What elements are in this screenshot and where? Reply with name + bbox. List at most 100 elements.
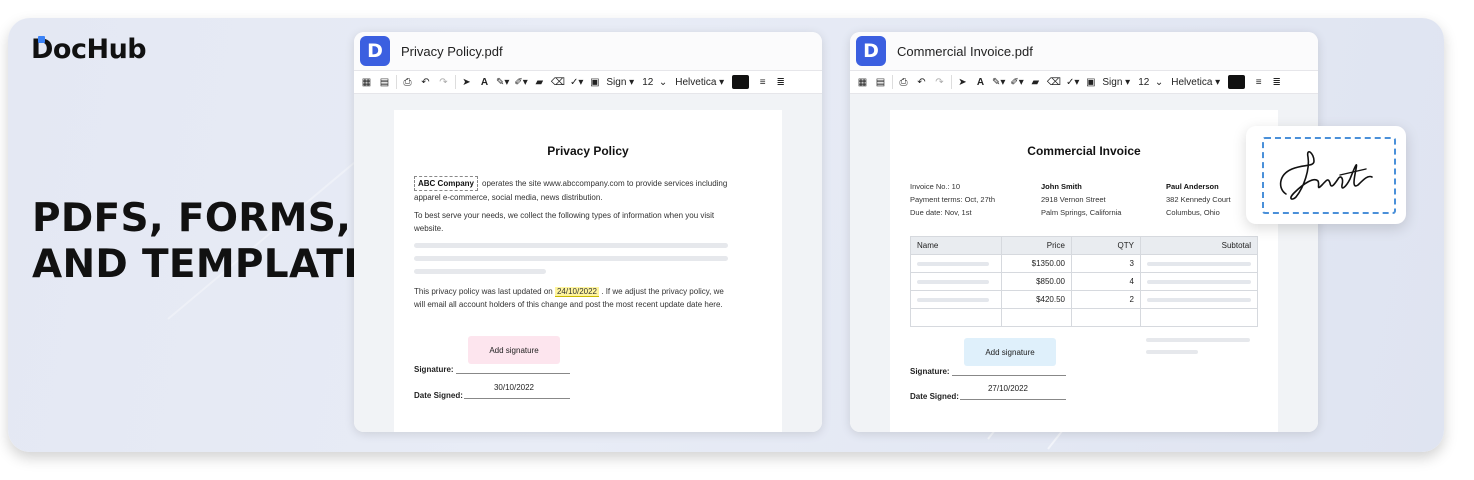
cell-empty[interactable]	[1140, 308, 1258, 327]
headline: PDFS, FORMS, AND TEMPLATES	[32, 196, 399, 288]
eraser-icon[interactable]: ⌫	[1047, 74, 1061, 90]
column-header-subtotal: Subtotal	[1140, 236, 1258, 255]
pages-icon[interactable]: ▤	[874, 74, 887, 90]
image-icon[interactable]: ▣	[588, 74, 601, 90]
undo-icon[interactable]: ↶	[419, 74, 432, 90]
cell-qty[interactable]: 4	[1071, 272, 1141, 291]
signature-drop-zone[interactable]	[1262, 137, 1396, 214]
comment-icon[interactable]: ▰	[1029, 74, 1042, 90]
dochub-app-icon[interactable]: D	[856, 36, 886, 66]
signature-preview-card[interactable]	[1246, 126, 1406, 224]
signature-label: Signature:	[414, 365, 454, 374]
placeholder-bar	[1147, 261, 1251, 266]
pages-icon[interactable]: ▤	[378, 74, 391, 90]
dochub-app-icon[interactable]: D	[360, 36, 390, 66]
update-date-field[interactable]: 24/10/2022	[554, 287, 600, 297]
placeholder-line	[414, 243, 728, 248]
payment-terms: Payment terms: Oct, 27th	[910, 195, 996, 204]
company-text-field[interactable]: ABC Company	[414, 176, 479, 191]
document-page: Privacy Policy ABC Company operates the s…	[394, 110, 782, 432]
sign-dropdown[interactable]: Sign ▾	[1102, 77, 1130, 88]
checkmark-icon[interactable]: ✓▾	[1066, 74, 1079, 90]
column-header-price: Price	[1001, 236, 1072, 255]
cell-price[interactable]: $420.50	[1001, 290, 1072, 309]
eraser-icon[interactable]: ⌫	[551, 74, 565, 90]
pointer-icon[interactable]: ➤	[956, 74, 969, 90]
date-signed-label: Date Signed:	[910, 392, 959, 401]
invoice-meta: Invoice No.: 10 Payment terms: Oct, 27th…	[910, 180, 995, 219]
font-family-dropdown[interactable]: Helvetica ▾	[1171, 77, 1220, 88]
pen-icon[interactable]: ✐▾	[514, 74, 527, 90]
cell-qty[interactable]: 3	[1071, 254, 1141, 273]
cell-qty[interactable]: 2	[1071, 290, 1141, 309]
signature-line[interactable]	[456, 373, 570, 374]
redo-icon[interactable]: ↷	[933, 74, 946, 90]
headline-line-2: AND TEMPLATES	[32, 242, 399, 287]
column-header-name: Name	[910, 236, 1002, 255]
print-icon[interactable]: ⎙	[401, 74, 414, 90]
comment-icon[interactable]: ▰	[533, 74, 546, 90]
add-signature-button[interactable]: Add signature	[964, 338, 1056, 366]
text-tool-icon[interactable]: A	[478, 74, 491, 90]
cell-empty[interactable]	[910, 308, 1002, 327]
text-tool-icon[interactable]: A	[974, 74, 987, 90]
invoice-number: Invoice No.: 10	[910, 182, 961, 191]
placeholder-line	[1146, 338, 1250, 342]
editor-toolbar: ▦ ▤ ⎙ ↶ ↷ ➤ A ✎▾ ✐▾ ▰ ⌫ ✓▾ ▣ Sign ▾ 12 ⌄…	[850, 70, 1318, 94]
cell-name[interactable]	[910, 272, 1002, 291]
document-title: Privacy Policy	[547, 144, 629, 158]
document-title: Commercial Invoice	[1027, 144, 1141, 158]
cell-subtotal[interactable]	[1140, 290, 1258, 309]
highlighter-icon[interactable]: ✎▾	[992, 74, 1005, 90]
placeholder-bar	[1147, 297, 1251, 302]
cell-price[interactable]: $1350.00	[1001, 254, 1072, 273]
document-canvas: Privacy Policy ABC Company operates the s…	[354, 94, 822, 432]
toolbar-divider	[455, 75, 456, 89]
cell-name[interactable]	[910, 290, 1002, 309]
column-header-qty: QTY	[1071, 236, 1141, 255]
align-left-icon[interactable]: ≡	[1252, 74, 1265, 90]
cell-empty[interactable]	[1001, 308, 1072, 327]
paragraph-updated-before: This privacy policy was last updated on	[414, 287, 553, 296]
text-color-swatch[interactable]	[732, 75, 750, 89]
date-signed-value[interactable]: 30/10/2022	[464, 383, 564, 392]
cell-name[interactable]	[910, 254, 1002, 273]
cell-subtotal[interactable]	[1140, 254, 1258, 273]
date-signed-value[interactable]: 27/10/2022	[958, 384, 1058, 393]
undo-icon[interactable]: ↶	[915, 74, 928, 90]
align-center-icon[interactable]: ≣	[1270, 74, 1283, 90]
font-family-dropdown[interactable]: Helvetica ▾	[675, 77, 724, 88]
image-icon[interactable]: ▣	[1084, 74, 1097, 90]
font-size-dropdown[interactable]: 12 ⌄	[1138, 77, 1163, 88]
signature-line[interactable]	[952, 375, 1066, 376]
dochub-logo[interactable]: DocHub	[31, 34, 147, 65]
document-page: Commercial Invoice Invoice No.: 10 Payme…	[890, 110, 1278, 432]
sign-dropdown[interactable]: Sign ▾	[606, 77, 634, 88]
window-titlebar: D Commercial Invoice.pdf	[850, 32, 1318, 70]
pen-icon[interactable]: ✐▾	[1010, 74, 1023, 90]
recipient-name: Paul Anderson	[1166, 182, 1219, 191]
commercial-invoice-window: D Commercial Invoice.pdf ▦ ▤ ⎙ ↶ ↷ ➤ A ✎…	[850, 32, 1318, 432]
window-filename: Privacy Policy.pdf	[401, 43, 503, 59]
cell-price[interactable]: $850.00	[1001, 272, 1072, 291]
highlighter-icon[interactable]: ✎▾	[496, 74, 509, 90]
sign-label: Sign	[606, 76, 627, 88]
toolbar-divider	[951, 75, 952, 89]
add-signature-button[interactable]: Add signature	[468, 336, 560, 364]
placeholder-bar	[917, 261, 989, 266]
handwritten-signature-drawing	[1279, 150, 1373, 200]
cell-empty[interactable]	[1071, 308, 1141, 327]
grid-icon[interactable]: ▦	[856, 74, 869, 90]
redo-icon[interactable]: ↷	[437, 74, 450, 90]
placeholder-line	[414, 269, 546, 274]
checkmark-icon[interactable]: ✓▾	[570, 74, 583, 90]
align-center-icon[interactable]: ≣	[774, 74, 787, 90]
align-left-icon[interactable]: ≡	[756, 74, 769, 90]
grid-icon[interactable]: ▦	[360, 74, 373, 90]
cell-subtotal[interactable]	[1140, 272, 1258, 291]
pointer-icon[interactable]: ➤	[460, 74, 473, 90]
text-color-swatch[interactable]	[1228, 75, 1246, 89]
font-size-dropdown[interactable]: 12 ⌄	[642, 77, 667, 88]
print-icon[interactable]: ⎙	[897, 74, 910, 90]
window-filename: Commercial Invoice.pdf	[897, 43, 1033, 59]
